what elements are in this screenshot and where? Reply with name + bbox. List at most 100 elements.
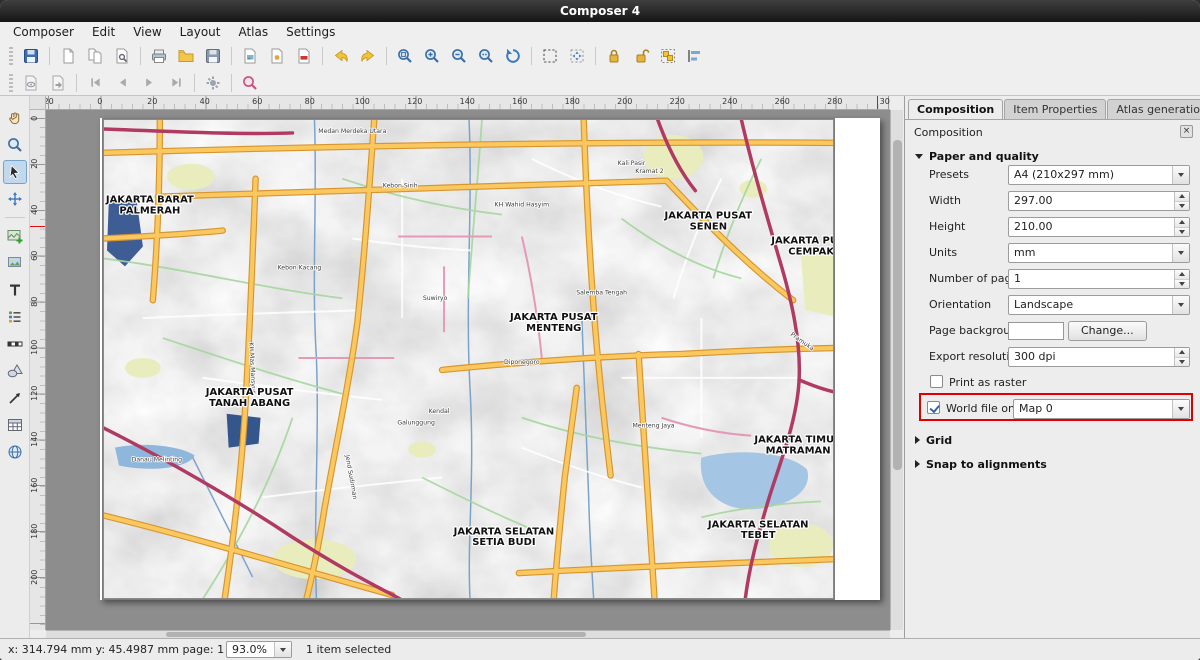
spin-down-icon[interactable]: [1175, 280, 1189, 289]
add-table-button[interactable]: [3, 413, 27, 437]
refresh-button[interactable]: [501, 44, 525, 68]
vertical-scrollbar[interactable]: [890, 110, 903, 630]
zoom-actual-button[interactable]: [474, 44, 498, 68]
chevron-down-icon[interactable]: [274, 642, 291, 657]
spin-down-icon[interactable]: [1175, 202, 1189, 211]
spin-down-icon[interactable]: [1175, 358, 1189, 367]
pan-tool-button[interactable]: [3, 106, 27, 130]
redo-icon: [359, 47, 377, 65]
add-map-button[interactable]: [3, 224, 27, 248]
export-image-button[interactable]: [238, 44, 262, 68]
world-file-checkbox[interactable]: [927, 401, 940, 414]
save-project-button[interactable]: [19, 44, 43, 68]
spin-up-icon[interactable]: [1175, 192, 1189, 202]
atlas-last-button[interactable]: [164, 71, 188, 95]
presets-select[interactable]: A4 (210x297 mm): [1008, 165, 1190, 185]
redo-button[interactable]: [356, 44, 380, 68]
tab-composition[interactable]: Composition: [908, 99, 1003, 119]
zoom-level-select[interactable]: 93.0%: [226, 641, 292, 658]
undo-button[interactable]: [329, 44, 353, 68]
toolbar-grip[interactable]: [9, 74, 13, 92]
scrollbar-thumb[interactable]: [166, 632, 586, 637]
atlas-first-button[interactable]: [83, 71, 107, 95]
add-legend-button[interactable]: [3, 305, 27, 329]
zoom-tool-button[interactable]: [3, 133, 27, 157]
toolbar-grip[interactable]: [9, 47, 13, 65]
menu-edit[interactable]: Edit: [83, 23, 124, 41]
height-input[interactable]: 210.00: [1008, 217, 1190, 237]
atlas-next-button[interactable]: [137, 71, 161, 95]
chevron-down-icon[interactable]: [1172, 296, 1189, 314]
close-icon[interactable]: ×: [1180, 125, 1193, 138]
add-arrow-button[interactable]: [3, 386, 27, 410]
save-template-button[interactable]: [201, 44, 225, 68]
lock-items-button[interactable]: [602, 44, 626, 68]
composer-manager-button[interactable]: [110, 44, 134, 68]
change-background-button[interactable]: Change...: [1068, 321, 1147, 341]
zoom-out-button[interactable]: [447, 44, 471, 68]
chevron-down-icon[interactable]: [1172, 244, 1189, 262]
add-label-button[interactable]: [3, 278, 27, 302]
page-background-swatch[interactable]: [1008, 322, 1064, 340]
tab-item-properties[interactable]: Item Properties: [1004, 99, 1106, 119]
spin-up-icon[interactable]: [1175, 270, 1189, 280]
toolbar-separator: [595, 47, 596, 65]
zoom-full-button[interactable]: [393, 44, 417, 68]
scrollbar-thumb[interactable]: [893, 140, 902, 470]
new-composition-icon: [59, 47, 77, 65]
select-items-button[interactable]: [538, 44, 562, 68]
h-ruler-number: 60: [231, 96, 284, 107]
units-select[interactable]: mm: [1008, 243, 1190, 263]
export-resolution-input[interactable]: 300 dpi: [1008, 347, 1190, 367]
composition-canvas[interactable]: Medan Merdeka Utara Kebon Sirih KH Wahid…: [46, 110, 890, 630]
select-tool-button[interactable]: [3, 160, 27, 184]
atlas-prev-button[interactable]: [110, 71, 134, 95]
group-items-button[interactable]: [656, 44, 680, 68]
add-shape-button[interactable]: [3, 359, 27, 383]
print-as-raster-checkbox[interactable]: [930, 375, 943, 388]
atlas-export-button[interactable]: [46, 71, 70, 95]
align-items-button[interactable]: [683, 44, 707, 68]
duplicate-composition-button[interactable]: [83, 44, 107, 68]
new-composition-button[interactable]: [56, 44, 80, 68]
spin-up-icon[interactable]: [1175, 218, 1189, 228]
atlas-preview-button[interactable]: [19, 71, 43, 95]
world-file-map-select[interactable]: Map 0: [1013, 399, 1190, 419]
unlock-items-button[interactable]: [629, 44, 653, 68]
height-row: Height 210.00: [905, 214, 1200, 240]
export-svg-button[interactable]: [265, 44, 289, 68]
add-scalebar-button[interactable]: [3, 332, 27, 356]
grid-section-header[interactable]: Grid: [915, 432, 952, 448]
move-content-button[interactable]: [565, 44, 589, 68]
export-pdf-button[interactable]: [292, 44, 316, 68]
v-ruler-number: 20: [30, 141, 46, 187]
menu-layout[interactable]: Layout: [171, 23, 230, 41]
menu-composer[interactable]: Composer: [4, 23, 83, 41]
atlas-settings-button[interactable]: [201, 71, 225, 95]
horizontal-scrollbar[interactable]: [46, 630, 890, 638]
menu-atlas[interactable]: Atlas: [229, 23, 277, 41]
snap-section-header[interactable]: Snap to alignments: [915, 456, 1047, 472]
menu-settings[interactable]: Settings: [277, 23, 344, 41]
street-label: Kendal: [429, 408, 450, 415]
move-item-content-button[interactable]: [3, 187, 27, 211]
zoom-selection-button[interactable]: [238, 71, 262, 95]
menu-view[interactable]: View: [124, 23, 170, 41]
page[interactable]: Medan Merdeka Utara Kebon Sirih KH Wahid…: [100, 118, 880, 600]
print-button[interactable]: [147, 44, 171, 68]
num-pages-input[interactable]: 1: [1008, 269, 1190, 289]
chevron-down-icon[interactable]: [1172, 166, 1189, 184]
spin-up-icon[interactable]: [1175, 348, 1189, 358]
width-input[interactable]: 297.00: [1008, 191, 1190, 211]
orientation-select[interactable]: Landscape: [1008, 295, 1190, 315]
add-image-button[interactable]: [3, 251, 27, 275]
chevron-down-icon[interactable]: [1172, 400, 1189, 418]
add-html-button[interactable]: [3, 440, 27, 464]
spin-down-icon[interactable]: [1175, 228, 1189, 237]
tab-atlas-generation[interactable]: Atlas generation: [1107, 99, 1200, 119]
map-item[interactable]: Medan Merdeka Utara Kebon Sirih KH Wahid…: [102, 118, 835, 600]
units-row: Units mm: [905, 240, 1200, 266]
titlebar[interactable]: Composer 4: [0, 0, 1200, 22]
zoom-in-button[interactable]: [420, 44, 444, 68]
load-template-button[interactable]: [174, 44, 198, 68]
